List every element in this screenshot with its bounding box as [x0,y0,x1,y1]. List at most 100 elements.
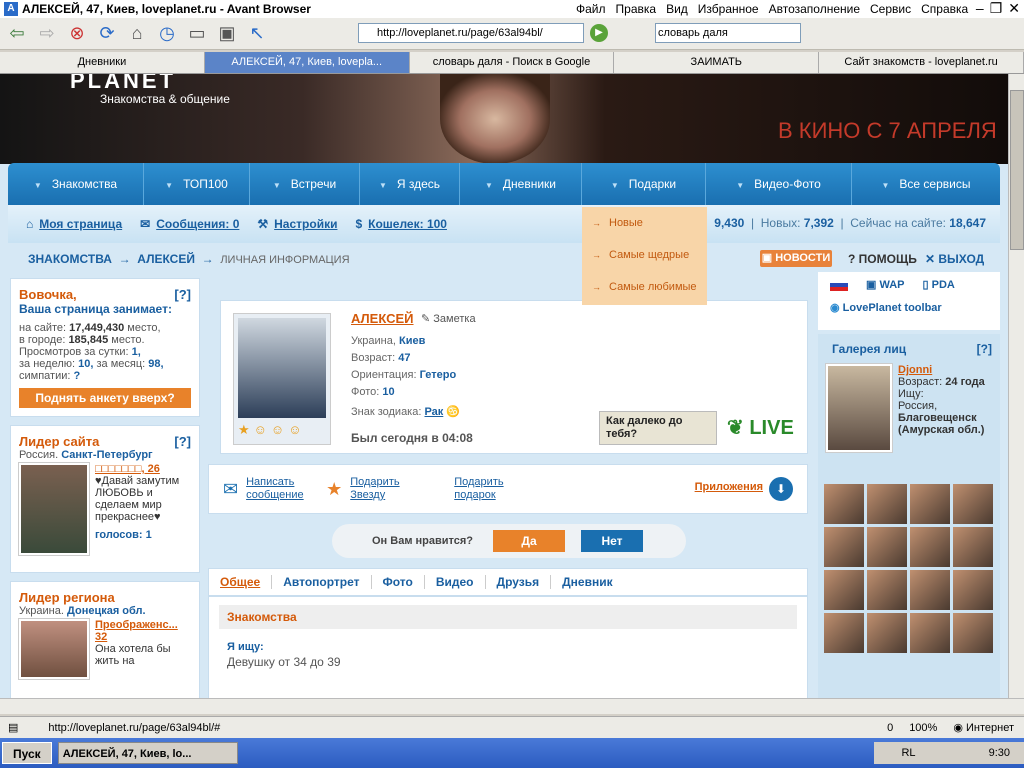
dropdown-loved[interactable]: Самые любимые [582,279,707,311]
close-icon[interactable]: ✕ [1008,0,1020,17]
dropdown-new[interactable]: Новые [582,215,707,247]
crumb-dating[interactable]: ЗНАКОМСТВА [28,252,112,266]
gallery-thumb[interactable] [867,484,907,524]
tab-loveplanet[interactable]: Сайт знакомств - loveplanet.ru [819,52,1024,73]
my-page-link[interactable]: ⌂ Моя страница [26,217,122,231]
tab-self-portrait[interactable]: Автопортрет [272,575,372,589]
scroll-thumb[interactable] [1010,90,1024,250]
nav-top100[interactable]: ▼ ТОП100 [144,163,250,205]
minimize-icon[interactable]: – [976,0,984,17]
history-icon[interactable]: ◷ [154,22,180,46]
toolbar-link[interactable]: ◉ LovePlanet toolbar [830,301,988,314]
menu-view[interactable]: Вид [666,2,688,16]
language-flag[interactable] [830,278,848,291]
stop-icon[interactable]: ⊗ [64,22,90,46]
menu-favorites[interactable]: Избранное [698,2,759,16]
profile-photo[interactable]: ★☺☺☺ [233,313,331,445]
gift-star-link[interactable]: ★ Подарить Звезду [326,476,406,502]
arrow-down-icon[interactable]: ⬇ [769,477,793,501]
menu-file[interactable]: Файл [576,2,606,16]
tab-video[interactable]: Видео [425,575,486,589]
no-button[interactable]: Нет [581,530,644,552]
gallery-thumb[interactable] [953,484,993,524]
banner[interactable]: PLANET Знакомства & общение В КИНО С 7 А… [0,74,1008,164]
vertical-scrollbar[interactable] [1008,74,1024,698]
yes-button[interactable]: Да [493,530,566,552]
restore-icon[interactable]: ❐ [990,0,1003,17]
apps-link[interactable]: Приложения [695,481,763,493]
tab-zaimat[interactable]: ЗАИМАТЬ [614,52,820,73]
window-icon[interactable]: ▭ [184,22,210,46]
search-input[interactable]: словарь даля [655,23,801,43]
tile-icon[interactable]: ▣ [214,22,240,46]
exit-link[interactable]: ✕ ВЫХОД [925,252,984,266]
nav-diaries[interactable]: ▼ Дневники [460,163,582,205]
menu-edit[interactable]: Правка [616,2,657,16]
leader-qmark[interactable]: [?] [174,434,191,449]
gallery-thumb[interactable] [910,527,950,567]
help-link[interactable]: ? ПОМОЩЬ [848,252,917,266]
banner-promo[interactable]: В КИНО С 7 АПРЕЛЯ [778,118,997,144]
gallery-thumb[interactable] [824,570,864,610]
gallery-thumb[interactable] [824,613,864,653]
wallet-link[interactable]: $ Кошелек: 100 [355,217,447,231]
write-message-link[interactable]: ✉ Написать сообщение [223,476,306,502]
gallery-thumb[interactable] [953,570,993,610]
gallery-thumb[interactable] [910,484,950,524]
menu-service[interactable]: Сервис [870,2,911,16]
nav-gifts[interactable]: ▼ Подарки [582,163,706,205]
logo[interactable]: PLANET [70,74,176,94]
nav-here[interactable]: ▼ Я здесь [360,163,460,205]
gallery-thumb[interactable] [910,570,950,610]
pda-link[interactable]: ▯ PDA [923,278,955,291]
gallery-thumb[interactable] [953,527,993,567]
start-button[interactable]: Пуск [2,742,52,764]
home-icon[interactable]: ⌂ [124,22,150,46]
news-button[interactable]: ▣ НОВОСТИ [760,250,832,267]
nav-meetings[interactable]: ▼ Встречи [250,163,360,205]
tab-general[interactable]: Общее [209,575,273,589]
wap-link[interactable]: ▣ WAP [866,278,905,291]
settings-link[interactable]: ⚒ Настройки [257,217,337,231]
gallery-thumb[interactable] [867,570,907,610]
tab-photo[interactable]: Фото [372,575,425,589]
messages-link[interactable]: ✉ Сообщения: 0 [140,217,239,231]
gallery-thumb[interactable] [910,613,950,653]
menu-autofill[interactable]: Автозаполнение [769,2,860,16]
language-indicator[interactable]: RL [901,747,915,759]
profile-name[interactable]: АЛЕКСЕЙ [351,311,414,326]
nav-all-services[interactable]: ▼ Все сервисы [852,163,1000,205]
gallery-thumb[interactable] [824,527,864,567]
distance-button[interactable]: Как далеко до тебя? [599,411,717,445]
featured-name[interactable]: Djonni [898,364,988,376]
tab-google[interactable]: словарь даля - Поиск в Google [410,52,615,73]
nav-video-photo[interactable]: ▼ Видео-Фото [706,163,852,205]
gallery-thumb[interactable] [953,613,993,653]
zoom-level[interactable]: 100% [909,722,937,734]
taskbar-window[interactable]: АЛЕКСЕЙ, 47, Киев, lo... [57,742,238,764]
region-photo[interactable] [19,619,89,679]
gift-link[interactable]: Подарить подарок [454,476,510,502]
tab-profile[interactable]: АЛЕКСЕЙ, 47, Киев, lovepla... [204,52,410,73]
forward-icon[interactable]: ⇨ [34,22,60,46]
address-field[interactable]: http://loveplanet.ru/page/63al94bl/ [358,23,584,43]
gallery-thumb[interactable] [867,613,907,653]
nav-dating[interactable]: ▼ Знакомства [8,163,144,205]
live-button[interactable]: ❦ LIVE [727,415,794,440]
raise-profile-button[interactable]: Поднять анкету вверх? [19,388,191,408]
gallery-thumb[interactable] [824,484,864,524]
note-link[interactable]: ✎ Заметка [421,312,476,325]
leader-name[interactable]: □□□□□□□, 26 [95,463,185,475]
crumb-name[interactable]: АЛЕКСЕЙ [137,252,195,266]
back-icon[interactable]: ⇦ [4,22,30,46]
go-button[interactable]: ▶ [590,24,608,42]
tab-diaries[interactable]: Дневники [0,52,205,73]
horizontal-scrollbar[interactable] [0,698,1024,714]
help-qmark[interactable]: [?] [174,287,191,302]
gallery-qmark[interactable]: [?] [977,342,992,356]
leader-photo[interactable] [19,463,89,555]
featured-photo[interactable] [826,364,892,452]
menu-help[interactable]: Справка [921,2,968,16]
tab-diary[interactable]: Дневник [551,575,623,589]
refresh-icon[interactable]: ⟳ [94,22,120,46]
